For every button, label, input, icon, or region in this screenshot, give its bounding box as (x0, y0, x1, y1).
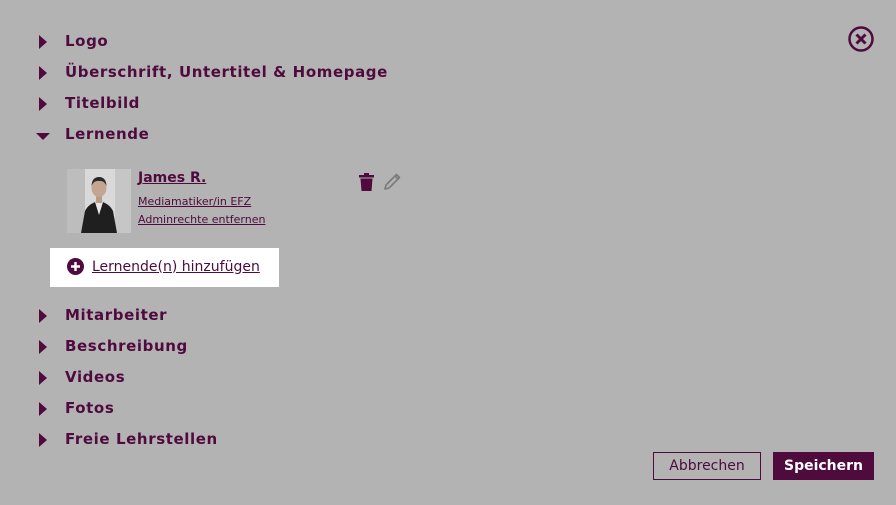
trash-icon[interactable] (359, 173, 374, 191)
section-label: Beschreibung (65, 337, 188, 355)
section-label: Videos (65, 368, 126, 386)
section-title-image[interactable]: Titelbild (36, 92, 139, 114)
caret-down-icon (36, 127, 50, 141)
section-employees[interactable]: Mitarbeiter (36, 304, 167, 326)
section-label: Lernende (65, 125, 150, 143)
add-learner-label: Lernende(n) hinzufügen (92, 258, 260, 275)
add-learner-link[interactable]: Lernende(n) hinzufügen (67, 258, 260, 275)
caret-right-icon (36, 339, 50, 354)
learner-name-link[interactable]: James R. (138, 170, 206, 186)
pencil-icon[interactable] (383, 172, 402, 191)
section-label: Logo (65, 32, 109, 50)
caret-right-icon (36, 65, 50, 80)
caret-right-icon (36, 308, 50, 323)
section-label: Titelbild (65, 94, 141, 112)
section-heading-subtitle-homepage[interactable]: Überschrift, Untertitel & Homepage (36, 61, 387, 83)
section-open-apprenticeships[interactable]: Freie Lehrstellen (36, 428, 217, 450)
plus-circle-icon (67, 258, 84, 275)
learner-photo (67, 169, 131, 233)
caret-right-icon (36, 370, 50, 385)
cancel-button[interactable]: Abbrechen (653, 452, 761, 480)
learner-profession-link[interactable]: Mediamatiker/in EFZ (138, 195, 251, 208)
section-label: Fotos (65, 399, 115, 417)
section-photos[interactable]: Fotos (36, 397, 114, 419)
section-label: Freie Lehrstellen (65, 430, 218, 448)
caret-right-icon (36, 432, 50, 447)
caret-right-icon (36, 96, 50, 111)
section-learners[interactable]: Lernende (36, 123, 149, 145)
section-videos[interactable]: Videos (36, 366, 125, 388)
add-learner-box: Lernende(n) hinzufügen (50, 248, 279, 287)
section-description[interactable]: Beschreibung (36, 335, 187, 357)
caret-right-icon (36, 401, 50, 416)
section-label: Mitarbeiter (65, 306, 168, 324)
caret-right-icon (36, 34, 50, 49)
close-icon[interactable] (847, 25, 875, 53)
section-logo[interactable]: Logo (36, 30, 108, 52)
section-label: Überschrift, Untertitel & Homepage (65, 63, 388, 81)
edit-panel: Logo Überschrift, Untertitel & Homepage … (0, 0, 896, 505)
remove-admin-rights-link[interactable]: Adminrechte entfernen (138, 213, 265, 226)
save-button[interactable]: Speichern (773, 452, 874, 480)
